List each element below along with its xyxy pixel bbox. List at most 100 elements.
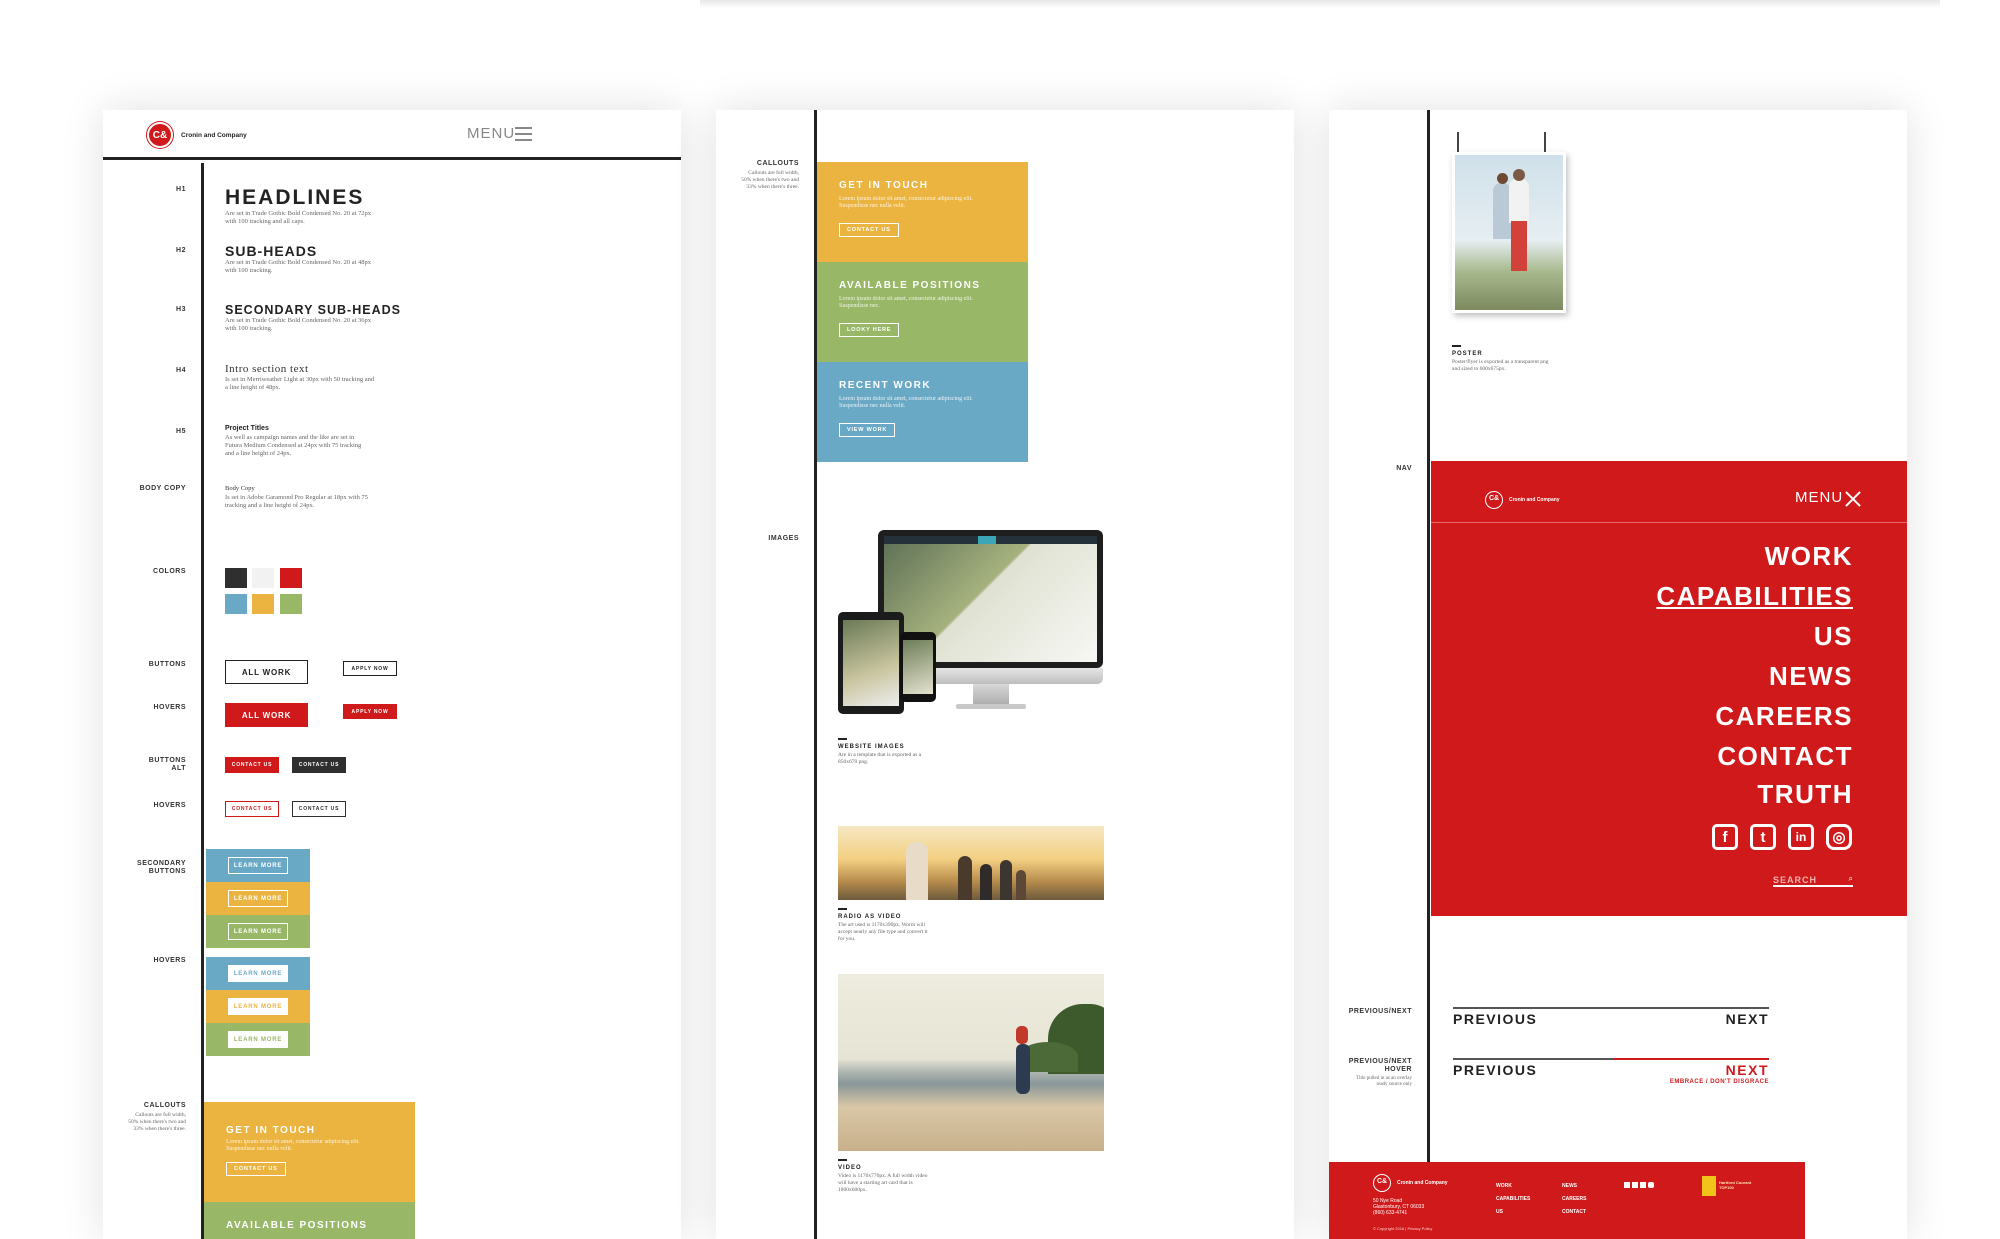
contact-us-button[interactable]: CONTACT US (839, 223, 899, 237)
nav-item-news[interactable]: NEWS (1769, 661, 1853, 692)
poster-hanger (1457, 132, 1459, 152)
label-secondary-buttons: SECONDARY BUTTONS (137, 860, 186, 875)
footer-brand: Cronin and Company (1397, 1180, 1448, 1186)
search-placeholder: SEARCH (1773, 875, 1818, 885)
callout-available-positions: AVAILABLE POSITIONS Lorem ipsum dolor si… (817, 262, 1028, 362)
linkedin-icon[interactable]: in (1788, 824, 1814, 850)
footer-link-work[interactable]: WORK (1496, 1180, 1530, 1193)
poster-image (1452, 152, 1566, 313)
poster-hanger (1544, 132, 1546, 152)
nav-item-contact[interactable]: CONTACT (1717, 741, 1853, 772)
instagram-icon[interactable]: ◎ (1826, 824, 1852, 850)
footer-links-col-1: WORK CAPABILITIES US (1496, 1180, 1530, 1219)
logo-icon[interactable]: C& (147, 122, 173, 148)
h2-description: Are set in Trade Gothic Bold Condensed N… (225, 259, 372, 274)
contact-us-button-dark-hover[interactable]: CONTACT US (292, 801, 346, 817)
callout-available-positions: AVAILABLE POSITIONS (204, 1202, 415, 1239)
h1-description: Are set in Trade Gothic Bold Condensed N… (225, 210, 372, 225)
footer-address: 50 Nye Road Glastonbury, CT 06033 (860) 63… (1373, 1198, 1425, 1216)
twitter-icon[interactable]: t (1750, 824, 1776, 850)
view-work-button[interactable]: VIEW WORK (839, 423, 896, 437)
looky-here-button[interactable]: LOOKY HERE (839, 323, 900, 337)
caption-rule (838, 1159, 847, 1161)
nav-item-capabilities[interactable]: CAPABILITIES (1656, 581, 1853, 612)
caption-rule (1452, 345, 1461, 347)
callout-title: AVAILABLE POSITIONS (839, 280, 981, 291)
contact-us-button-red-hover[interactable]: CONTACT US (225, 801, 279, 817)
facebook-icon[interactable] (1624, 1182, 1630, 1188)
logo-icon[interactable]: C& (1485, 491, 1503, 509)
label-body-copy: BODY COPY (139, 485, 186, 492)
label-hovers-secondary: HOVERS (153, 957, 186, 964)
label-hovers-alt: HOVERS (153, 802, 186, 809)
nav-item-work[interactable]: WORK (1765, 541, 1853, 572)
apply-now-button-hover[interactable]: APPLY NOW (343, 704, 397, 719)
site-footer: C& Cronin and Company 50 Nye Road Glaston… (1329, 1162, 1805, 1239)
linkedin-icon[interactable] (1640, 1182, 1646, 1188)
h2-sample: SUB-HEADS (225, 243, 318, 259)
footer-copyright: © Copyright 2016 | Privacy Policy (1373, 1226, 1433, 1231)
callout-description: Lorem ipsum dolor sit amet, consectetur … (839, 396, 973, 409)
caption-rule (838, 738, 847, 740)
menu-button[interactable]: MENU (467, 125, 515, 142)
previous-link[interactable]: PREVIOUS (1453, 1062, 1537, 1078)
menu-button[interactable]: MENU (1795, 489, 1843, 506)
close-icon[interactable] (1845, 491, 1861, 507)
body-copy-sample: Body Copy (225, 485, 255, 492)
h4-description: Is set in Merriweather Light at 30px wit… (225, 376, 375, 391)
secondary-button-blue-hover: LEARN MORE (206, 957, 310, 990)
contact-us-button-dark[interactable]: CONTACT US (292, 757, 346, 773)
brand-name: Cronin and Company (181, 132, 247, 139)
callout-title: GET IN TOUCH (226, 1125, 316, 1136)
label-colors: COLORS (153, 568, 186, 575)
label-callouts: CALLOUTS (756, 160, 799, 167)
learn-more-button-hover[interactable]: LEARN MORE (228, 998, 288, 1015)
footer-link-capabilities[interactable]: CAPABILITIES (1496, 1193, 1530, 1206)
label-h5: H5 (176, 428, 186, 435)
poster-title: POSTER (1452, 351, 1483, 357)
facebook-icon[interactable]: f (1712, 824, 1738, 850)
footer-link-contact[interactable]: CONTACT (1562, 1206, 1586, 1219)
learn-more-button[interactable]: LEARN MORE (228, 923, 288, 940)
brand-name: Cronin and Company (1509, 497, 1560, 503)
style-guide-panel-callouts-images: CALLOUTS Callouts are full width, 50% wh… (716, 110, 1294, 1239)
poster-description: Poster/flyer is exported as a transparen… (1452, 359, 1549, 372)
footer-links-col-2: NEWS CAREERS CONTACT (1562, 1180, 1586, 1219)
apply-now-button[interactable]: APPLY NOW (343, 661, 397, 676)
top-shadow (700, 0, 1940, 8)
learn-more-button[interactable]: LEARN MORE (228, 890, 288, 907)
previous-link[interactable]: PREVIOUS (1453, 1011, 1537, 1027)
next-link-hover[interactable]: NEXT (1726, 1062, 1769, 1078)
all-work-button-hover[interactable]: ALL WORK (225, 703, 308, 727)
instagram-icon[interactable] (1648, 1182, 1654, 1188)
callout-title: RECENT WORK (839, 380, 932, 391)
image-title: RADIO AS VIDEO (838, 914, 902, 920)
image-description: The art used is 1170x390px. Worm will ac… (838, 922, 928, 942)
label-previous-next-hover: PREVIOUS/NEXT HOVER (1348, 1058, 1412, 1073)
h1-sample: HEADLINES (225, 186, 365, 209)
twitter-icon[interactable] (1632, 1182, 1638, 1188)
nav-item-truth[interactable]: TRUTH (1757, 779, 1853, 810)
video-image (838, 974, 1104, 1151)
footer-link-careers[interactable]: CAREERS (1562, 1193, 1586, 1206)
secondary-button-green: LEARN MORE (206, 915, 310, 948)
style-guide-panel-nav-footer: POSTER Poster/flyer is exported as a tra… (1329, 110, 1907, 1239)
nav-item-us[interactable]: US (1814, 621, 1853, 652)
callout-title: AVAILABLE POSITIONS (226, 1220, 368, 1231)
search-icon[interactable]: ⌕ (1849, 874, 1853, 884)
logo-icon[interactable]: C& (1373, 1174, 1391, 1192)
contact-us-button-red[interactable]: CONTACT US (225, 757, 279, 773)
secondary-button-yellow-hover: LEARN MORE (206, 990, 310, 1023)
all-work-button[interactable]: ALL WORK (225, 660, 308, 684)
next-link[interactable]: NEXT (1726, 1011, 1769, 1027)
learn-more-button-hover[interactable]: LEARN MORE (228, 965, 288, 982)
prevnext-rule (1453, 1007, 1769, 1009)
learn-more-button-hover[interactable]: LEARN MORE (228, 1031, 288, 1048)
contact-us-button[interactable]: CONTACT US (226, 1162, 286, 1176)
callout-title: GET IN TOUCH (839, 180, 929, 191)
footer-link-us[interactable]: US (1496, 1206, 1530, 1219)
nav-item-careers[interactable]: CAREERS (1715, 701, 1853, 732)
learn-more-button[interactable]: LEARN MORE (228, 857, 288, 874)
search-input[interactable]: SEARCH ⌕ (1773, 874, 1853, 887)
footer-link-news[interactable]: NEWS (1562, 1180, 1586, 1193)
